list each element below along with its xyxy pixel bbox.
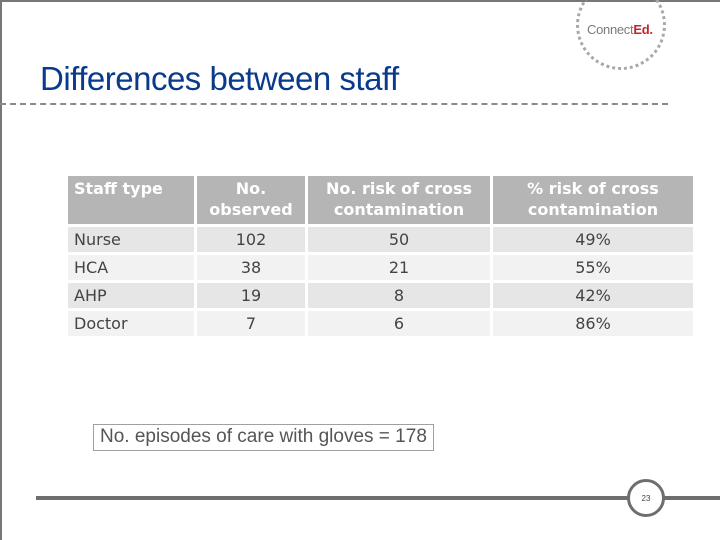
table-row: HCA 38 21 55% <box>68 255 693 280</box>
logo: ConnectEd. <box>587 22 653 37</box>
header-no-observed: No. observed <box>197 176 305 224</box>
logo-text-main: Connect <box>587 22 634 37</box>
table-row: Doctor 7 6 86% <box>68 311 693 336</box>
cell-no-observed: 38 <box>197 255 305 280</box>
slide-title: Differences between staff <box>40 60 399 97</box>
page-number: 23 <box>641 493 651 503</box>
cell-pct-risk: 49% <box>493 227 693 252</box>
cell-no-observed: 19 <box>197 283 305 308</box>
header-no-risk: No. risk of cross contamination <box>308 176 490 224</box>
table-row: Nurse 102 50 49% <box>68 227 693 252</box>
cell-staff-type: Nurse <box>68 227 194 252</box>
slide-frame-left <box>0 0 2 540</box>
cell-pct-risk: 86% <box>493 311 693 336</box>
title-divider <box>0 103 668 105</box>
gloves-episodes-note: No. episodes of care with gloves = 178 <box>93 424 434 451</box>
header-pct-risk: % risk of cross contamination <box>493 176 693 224</box>
cell-staff-type: Doctor <box>68 311 194 336</box>
cell-pct-risk: 55% <box>493 255 693 280</box>
footer-divider <box>36 496 720 500</box>
logo-text-accent: Ed. <box>633 22 653 37</box>
cell-pct-risk: 42% <box>493 283 693 308</box>
header-staff-type: Staff type <box>68 176 194 224</box>
cell-no-risk: 50 <box>308 227 490 252</box>
cell-no-risk: 8 <box>308 283 490 308</box>
cell-staff-type: AHP <box>68 283 194 308</box>
table-row: AHP 19 8 42% <box>68 283 693 308</box>
cell-staff-type: HCA <box>68 255 194 280</box>
cell-no-observed: 7 <box>197 311 305 336</box>
table-header-row: Staff type No. observed No. risk of cross… <box>68 176 693 224</box>
staff-table: Staff type No. observed No. risk of cross… <box>65 173 696 339</box>
page-number-badge: 23 <box>627 479 665 517</box>
cell-no-observed: 102 <box>197 227 305 252</box>
cell-no-risk: 21 <box>308 255 490 280</box>
cell-no-risk: 6 <box>308 311 490 336</box>
